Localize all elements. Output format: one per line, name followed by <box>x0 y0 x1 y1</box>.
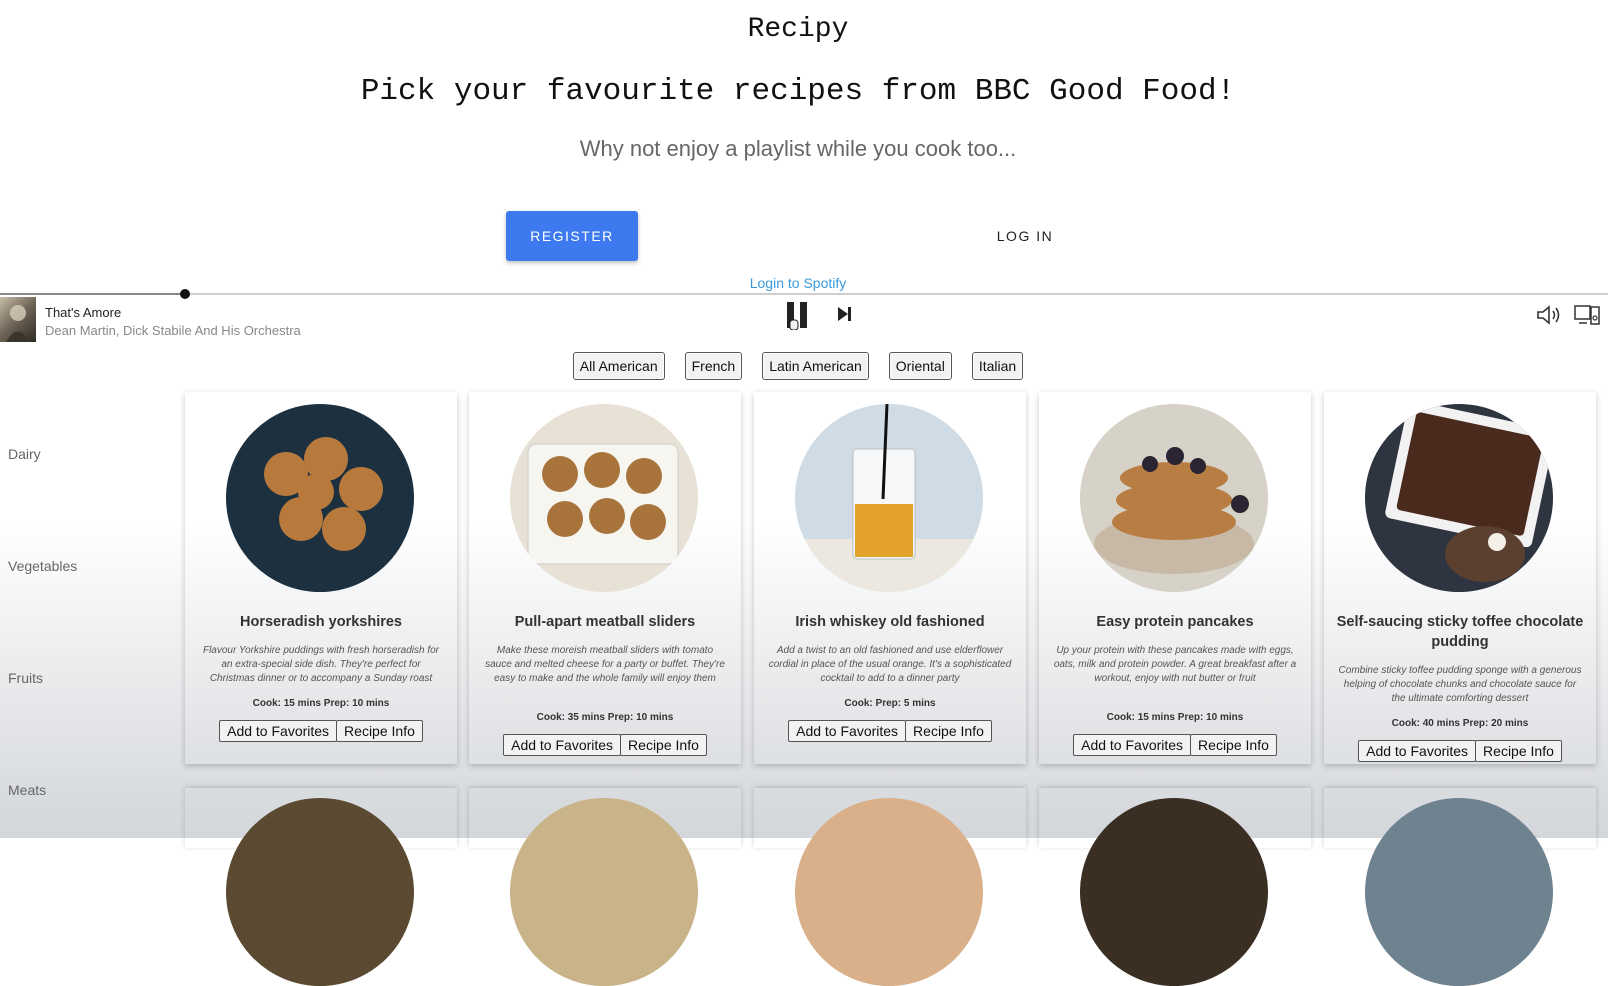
recipe-description: Add a twist to an old fashioned and use … <box>768 645 1012 684</box>
album-art <box>0 297 36 342</box>
recipe-times: Cook: 40 mins Prep: 20 mins <box>1391 718 1529 729</box>
track-title[interactable]: That's Amore <box>45 305 121 320</box>
recipe-times: Cook: Prep: 5 mins <box>844 698 936 709</box>
page-tagline: Pick your favourite recipes from BBC Goo… <box>360 74 1236 109</box>
recipe-description: Flavour Yorkshire puddings with fresh ho… <box>202 645 440 684</box>
progress-fill <box>0 293 185 295</box>
app-title: Recipy <box>747 14 849 45</box>
cuisine-filter-button[interactable]: Latin American <box>762 352 869 380</box>
recipe-title[interactable]: Irish whiskey old fashioned <box>764 612 1016 632</box>
recipe-title[interactable]: Easy protein pancakes <box>1049 612 1301 632</box>
spotify-login-link[interactable]: Login to Spotify <box>0 275 1596 291</box>
recipe-image[interactable] <box>795 404 983 592</box>
cuisine-filter-bar: All American French Latin American Orien… <box>0 352 1596 380</box>
add-to-favorites-button[interactable]: Add to Favorites <box>1358 740 1477 762</box>
recipe-info-button[interactable]: Recipe Info <box>336 720 423 742</box>
track-artist[interactable]: Dean Martin, Dick Stabile And His Orches… <box>45 323 301 338</box>
spotify-player: That's Amore Dean Martin, Dick Stabile A… <box>0 289 1608 344</box>
skip-next-icon[interactable] <box>836 306 852 322</box>
volume-icon[interactable] <box>1536 304 1562 326</box>
recipe-cards-row: Horseradish yorkshires Flavour Yorkshire… <box>185 392 1605 764</box>
recipe-card: Pull-apart meatball sliders Make these m… <box>469 392 741 764</box>
recipe-card <box>1324 788 1596 986</box>
recipe-cards-row-next <box>185 788 1605 986</box>
register-button[interactable]: REGISTER <box>506 211 638 261</box>
recipe-actions: Add to Favorites Recipe Info <box>1039 734 1311 756</box>
recipe-title[interactable]: Pull-apart meatball sliders <box>479 612 731 632</box>
recipe-card <box>469 788 741 986</box>
recipe-actions: Add to Favorites Recipe Info <box>1324 740 1596 762</box>
recipe-image[interactable] <box>510 404 698 592</box>
recipe-image[interactable] <box>1080 404 1268 592</box>
recipe-title[interactable]: Horseradish yorkshires <box>195 612 447 632</box>
recipe-card: Horseradish yorkshires Flavour Yorkshire… <box>185 392 457 764</box>
recipe-card: Irish whiskey old fashioned Add a twist … <box>754 392 1026 764</box>
progress-bar[interactable] <box>0 289 1608 299</box>
recipe-card: Self-saucing sticky toffee chocolate pud… <box>1324 392 1596 764</box>
recipe-actions: Add to Favorites Recipe Info <box>469 734 741 756</box>
cuisine-filter-button[interactable]: Italian <box>971 352 1024 380</box>
category-fruits[interactable]: Fruits <box>8 670 43 686</box>
header: Recipy Pick your favourite recipes from … <box>0 0 1608 291</box>
recipe-info-button[interactable]: Recipe Info <box>1475 740 1562 762</box>
recipe-info-button[interactable]: Recipe Info <box>1190 734 1277 756</box>
add-to-favorites-button[interactable]: Add to Favorites <box>1073 734 1192 756</box>
recipe-actions: Add to Favorites Recipe Info <box>754 720 1026 742</box>
cuisine-filter-button[interactable]: French <box>684 352 743 380</box>
category-meats[interactable]: Meats <box>8 782 46 798</box>
recipe-times: Cook: 15 mins Prep: 10 mins <box>1106 712 1244 723</box>
recipe-image[interactable] <box>1080 798 1268 986</box>
recipe-card <box>754 788 1026 986</box>
recipe-image[interactable] <box>1365 798 1553 986</box>
recipe-description: Up your protein with these pancakes made… <box>1053 645 1297 684</box>
recipe-actions: Add to Favorites Recipe Info <box>185 720 457 742</box>
page-subtitle: Why not enjoy a playlist while you cook … <box>579 136 1017 161</box>
recipe-times: Cook: 15 mins Prep: 10 mins <box>252 698 390 709</box>
recipe-image[interactable] <box>795 798 983 986</box>
recipe-card <box>1039 788 1311 986</box>
category-dairy[interactable]: Dairy <box>8 446 41 462</box>
cuisine-filter-button[interactable]: All American <box>572 352 665 380</box>
recipe-image[interactable] <box>510 798 698 986</box>
recipe-image[interactable] <box>1365 404 1553 592</box>
recipe-info-button[interactable]: Recipe Info <box>620 734 707 756</box>
recipe-title[interactable]: Self-saucing sticky toffee chocolate pud… <box>1334 612 1586 652</box>
recipe-times: Cook: 35 mins Prep: 10 mins <box>536 712 674 723</box>
login-button[interactable]: LOG IN <box>960 211 1090 261</box>
device-icon[interactable] <box>1574 304 1600 326</box>
pause-icon[interactable] <box>786 300 810 331</box>
recipe-description: Make these moreish meatball sliders with… <box>485 645 725 684</box>
recipe-info-button[interactable]: Recipe Info <box>905 720 992 742</box>
add-to-favorites-button[interactable]: Add to Favorites <box>219 720 338 742</box>
progress-knob[interactable] <box>179 289 190 299</box>
cuisine-filter-button[interactable]: Oriental <box>888 352 952 380</box>
recipe-card <box>185 788 457 986</box>
category-vegetables[interactable]: Vegetables <box>8 558 77 574</box>
recipe-description: Combine sticky toffee pudding sponge wit… <box>1338 665 1582 704</box>
recipe-image[interactable] <box>226 798 414 986</box>
add-to-favorites-button[interactable]: Add to Favorites <box>503 734 622 756</box>
add-to-favorites-button[interactable]: Add to Favorites <box>788 720 907 742</box>
recipe-card: Easy protein pancakes Up your protein wi… <box>1039 392 1311 764</box>
recipe-image[interactable] <box>226 404 414 592</box>
